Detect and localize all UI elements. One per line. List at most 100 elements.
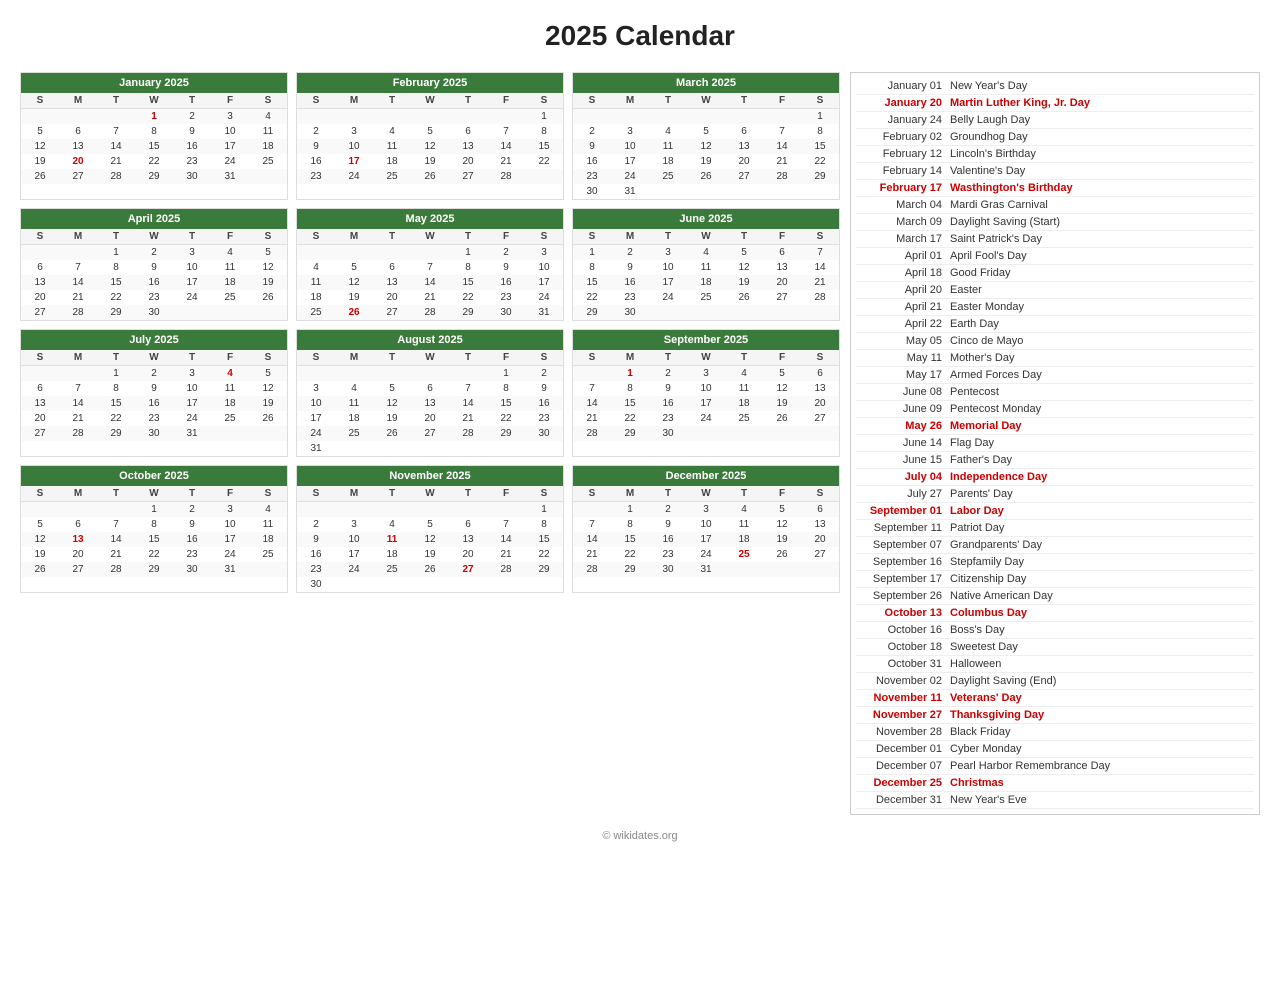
- cal-day: 16: [649, 532, 687, 547]
- holiday-row: October 18Sweetest Day: [856, 639, 1254, 656]
- cal-day: 24: [611, 169, 649, 184]
- cal-day: 6: [59, 517, 97, 532]
- holiday-row: April 01April Fool's Day: [856, 248, 1254, 265]
- holiday-date: September 26: [860, 590, 950, 602]
- cal-day: [725, 184, 763, 199]
- cal-day: 22: [801, 154, 839, 169]
- cal-day: 30: [649, 562, 687, 577]
- cal-day: 25: [211, 290, 249, 305]
- cal-day: 17: [297, 411, 335, 426]
- cal-day: [297, 109, 335, 125]
- cal-day: 4: [211, 366, 249, 382]
- cal-day: 5: [249, 245, 287, 261]
- cal-day: 21: [573, 547, 611, 562]
- holiday-row: September 01Labor Day: [856, 503, 1254, 520]
- day-header: T: [373, 486, 411, 502]
- holiday-date: April 22: [860, 318, 950, 330]
- cal-day: 9: [135, 381, 173, 396]
- cal-day: 15: [135, 532, 173, 547]
- cal-day: 2: [173, 502, 211, 518]
- cal-day: 24: [335, 169, 373, 184]
- cal-day: 7: [97, 517, 135, 532]
- cal-day: 12: [21, 139, 59, 154]
- cal-day: 26: [249, 411, 287, 426]
- cal-day: 20: [801, 396, 839, 411]
- cal-day: 25: [687, 290, 725, 305]
- day-header: W: [411, 350, 449, 366]
- month-header: July 2025: [21, 330, 287, 350]
- cal-day: 2: [173, 109, 211, 125]
- cal-day: 20: [59, 547, 97, 562]
- cal-day: 20: [801, 532, 839, 547]
- cal-day: 20: [59, 154, 97, 169]
- cal-day: 10: [687, 381, 725, 396]
- day-header: W: [411, 229, 449, 245]
- cal-day: 5: [249, 366, 287, 382]
- cal-day: 18: [335, 411, 373, 426]
- cal-day: 13: [725, 139, 763, 154]
- day-header: S: [801, 350, 839, 366]
- holiday-date: February 14: [860, 165, 950, 177]
- cal-day: 5: [763, 366, 801, 382]
- day-header: T: [97, 93, 135, 109]
- cal-day: [687, 305, 725, 320]
- cal-day: [373, 366, 411, 382]
- cal-day: 4: [297, 260, 335, 275]
- cal-day: 31: [211, 169, 249, 184]
- holiday-name: Veterans' Day: [950, 692, 1022, 704]
- cal-day: 3: [173, 366, 211, 382]
- holiday-name: Parents' Day: [950, 488, 1013, 500]
- cal-day: 1: [97, 366, 135, 382]
- cal-day: 17: [211, 139, 249, 154]
- cal-day: 12: [249, 381, 287, 396]
- cal-day: [411, 441, 449, 456]
- cal-day: 9: [173, 517, 211, 532]
- cal-day: 18: [373, 154, 411, 169]
- cal-day: 12: [725, 260, 763, 275]
- day-header: M: [59, 93, 97, 109]
- cal-day: [763, 184, 801, 199]
- cal-day: 10: [211, 517, 249, 532]
- day-header: T: [97, 486, 135, 502]
- cal-day: 1: [135, 502, 173, 518]
- day-header: F: [211, 350, 249, 366]
- cal-day: 8: [611, 517, 649, 532]
- cal-day: [297, 245, 335, 261]
- cal-day: 24: [297, 426, 335, 441]
- cal-day: 26: [763, 411, 801, 426]
- day-header: S: [249, 350, 287, 366]
- cal-day: 9: [525, 381, 563, 396]
- cal-table: SMTWTFS123456789101112131415161718192021…: [297, 486, 563, 592]
- calendars-section: January 2025SMTWTFS123456789101112131415…: [20, 72, 840, 815]
- cal-day: 2: [573, 124, 611, 139]
- holiday-row: January 20Martin Luther King, Jr. Day: [856, 95, 1254, 112]
- cal-day: 1: [611, 502, 649, 518]
- cal-day: [411, 502, 449, 518]
- cal-day: 17: [611, 154, 649, 169]
- cal-day: 21: [59, 411, 97, 426]
- month-calendar-7: July 2025SMTWTFS123456789101112131415161…: [20, 329, 288, 457]
- cal-day: 18: [373, 547, 411, 562]
- month-calendar-9: September 2025SMTWTFS1234567891011121314…: [572, 329, 840, 457]
- day-header: M: [335, 93, 373, 109]
- cal-day: 4: [725, 366, 763, 382]
- holiday-date: May 26: [860, 420, 950, 432]
- cal-day: 27: [763, 290, 801, 305]
- footer: © wikidates.org: [20, 830, 1260, 842]
- cal-day: [373, 109, 411, 125]
- holiday-row: March 17Saint Patrick's Day: [856, 231, 1254, 248]
- holiday-name: Valentine's Day: [950, 165, 1025, 177]
- day-header: F: [487, 93, 525, 109]
- cal-day: 2: [297, 124, 335, 139]
- holiday-name: Martin Luther King, Jr. Day: [950, 97, 1090, 109]
- cal-day: [335, 245, 373, 261]
- cal-day: 30: [173, 169, 211, 184]
- holiday-row: February 17Wasthington's Birthday: [856, 180, 1254, 197]
- cal-day: 12: [335, 275, 373, 290]
- cal-day: [801, 305, 839, 320]
- cal-day: [687, 426, 725, 441]
- cal-day: [801, 184, 839, 199]
- cal-day: [487, 577, 525, 592]
- holiday-name: Pentecost Monday: [950, 403, 1041, 415]
- cal-day: 3: [611, 124, 649, 139]
